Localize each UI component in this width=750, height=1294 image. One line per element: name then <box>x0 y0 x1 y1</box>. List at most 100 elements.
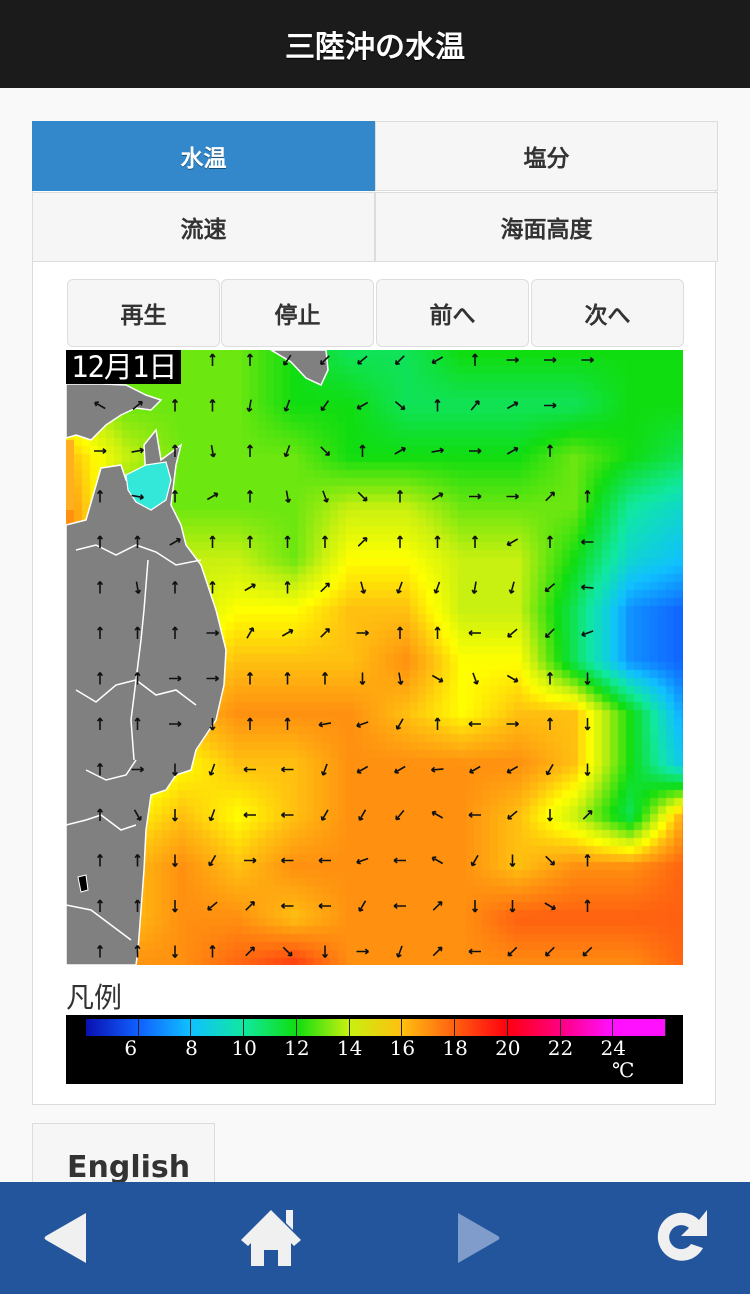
land-layer <box>66 350 594 965</box>
sea-temperature-map: 12月1日 <box>66 350 683 965</box>
stop-button[interactable]: 停止 <box>221 279 374 347</box>
legend-segment <box>613 1019 667 1036</box>
play-button[interactable]: 再生 <box>67 279 220 347</box>
tab-water-temperature[interactable]: 水温 <box>32 121 375 191</box>
current-arrow <box>208 809 216 822</box>
current-arrow <box>544 583 556 593</box>
tab-sea-surface-height[interactable]: 海面高度 <box>375 192 718 262</box>
current-arrow <box>506 493 519 500</box>
current-arrow <box>509 900 516 913</box>
legend-tick-label: 14 <box>336 1036 363 1060</box>
current-arrow <box>207 901 218 911</box>
current-arrow <box>584 672 591 685</box>
current-arrow <box>432 946 443 957</box>
current-arrow <box>434 399 441 412</box>
legend-segment <box>507 1019 561 1036</box>
current-arrow <box>322 490 329 503</box>
legend-color-bar <box>86 1019 667 1036</box>
current-arrow <box>509 854 516 867</box>
current-arrow <box>433 581 441 594</box>
current-arrow <box>209 945 216 958</box>
tab-salinity[interactable]: 塩分 <box>375 121 718 191</box>
current-arrow <box>431 856 444 865</box>
current-arrow <box>246 399 253 412</box>
back-button[interactable] <box>17 1182 117 1294</box>
current-arrow <box>209 581 216 594</box>
current-arrow <box>506 356 519 364</box>
current-arrow <box>581 356 594 364</box>
current-arrow <box>546 444 554 457</box>
current-arrow <box>246 535 254 548</box>
current-arrow <box>471 581 478 594</box>
legend-segment <box>560 1019 614 1036</box>
current-arrow <box>321 945 329 958</box>
legend-segment <box>402 1019 456 1036</box>
current-arrow <box>468 811 481 819</box>
current-arrow <box>434 535 441 548</box>
current-arrow <box>431 356 444 365</box>
current-arrow <box>468 629 481 637</box>
reload-button[interactable] <box>633 1182 733 1294</box>
current-arrow <box>244 857 257 864</box>
current-arrow <box>284 581 291 594</box>
reload-icon <box>657 1210 707 1261</box>
forward-button[interactable] <box>427 1182 527 1294</box>
current-arrow <box>434 717 441 730</box>
legend-segment <box>455 1019 508 1036</box>
current-arrow <box>544 356 557 364</box>
current-arrow <box>470 400 480 411</box>
current-arrow <box>580 584 594 591</box>
current-arrow <box>281 902 294 910</box>
current-arrow <box>284 717 291 730</box>
land-tohoku <box>66 428 227 965</box>
legend-title: 凡例 <box>66 981 123 1014</box>
current-arrow <box>131 447 144 454</box>
current-arrow <box>584 899 591 912</box>
current-arrow <box>357 536 368 547</box>
legend-unit: ℃ <box>612 1058 635 1082</box>
current-arrow <box>396 945 403 958</box>
current-arrow <box>434 626 441 639</box>
current-arrow <box>396 581 403 594</box>
current-arrow <box>545 491 556 502</box>
current-arrow <box>281 811 294 819</box>
current-arrow <box>544 402 557 409</box>
current-arrow <box>171 809 179 822</box>
current-arrow <box>245 900 256 911</box>
current-arrow <box>394 355 405 366</box>
current-arrow <box>209 399 216 412</box>
current-arrow <box>396 626 404 639</box>
current-arrow <box>471 353 479 366</box>
current-arrow <box>397 672 404 685</box>
current-arrow <box>321 763 328 776</box>
current-arrow <box>245 946 256 957</box>
current-arrow <box>320 627 331 638</box>
current-arrow <box>244 583 256 592</box>
current-arrow <box>394 446 406 455</box>
current-arrow <box>283 399 291 412</box>
prev-button[interactable]: 前へ <box>376 279 529 347</box>
current-arrow <box>357 491 368 502</box>
current-arrow <box>584 490 591 503</box>
app-header: 三陸沖の水温 <box>0 0 750 88</box>
current-arrow <box>243 766 256 773</box>
current-arrow <box>431 674 444 683</box>
current-arrow <box>395 718 404 730</box>
current-arrow <box>506 720 519 728</box>
current-arrow <box>281 766 294 773</box>
tab-current-speed[interactable]: 流速 <box>32 192 375 262</box>
current-arrow <box>281 857 294 864</box>
current-arrow <box>209 353 216 366</box>
current-arrow <box>507 628 518 638</box>
current-arrow <box>394 401 406 411</box>
next-button[interactable]: 次へ <box>531 279 684 347</box>
current-arrow <box>356 721 369 728</box>
current-arrow <box>395 809 405 821</box>
home-button[interactable] <box>221 1182 321 1294</box>
current-arrow <box>544 946 555 957</box>
current-arrow <box>320 582 331 593</box>
current-arrow <box>506 538 519 547</box>
current-arrow <box>546 535 554 548</box>
land-hokkaido-top <box>269 350 329 386</box>
current-arrow <box>393 857 406 864</box>
